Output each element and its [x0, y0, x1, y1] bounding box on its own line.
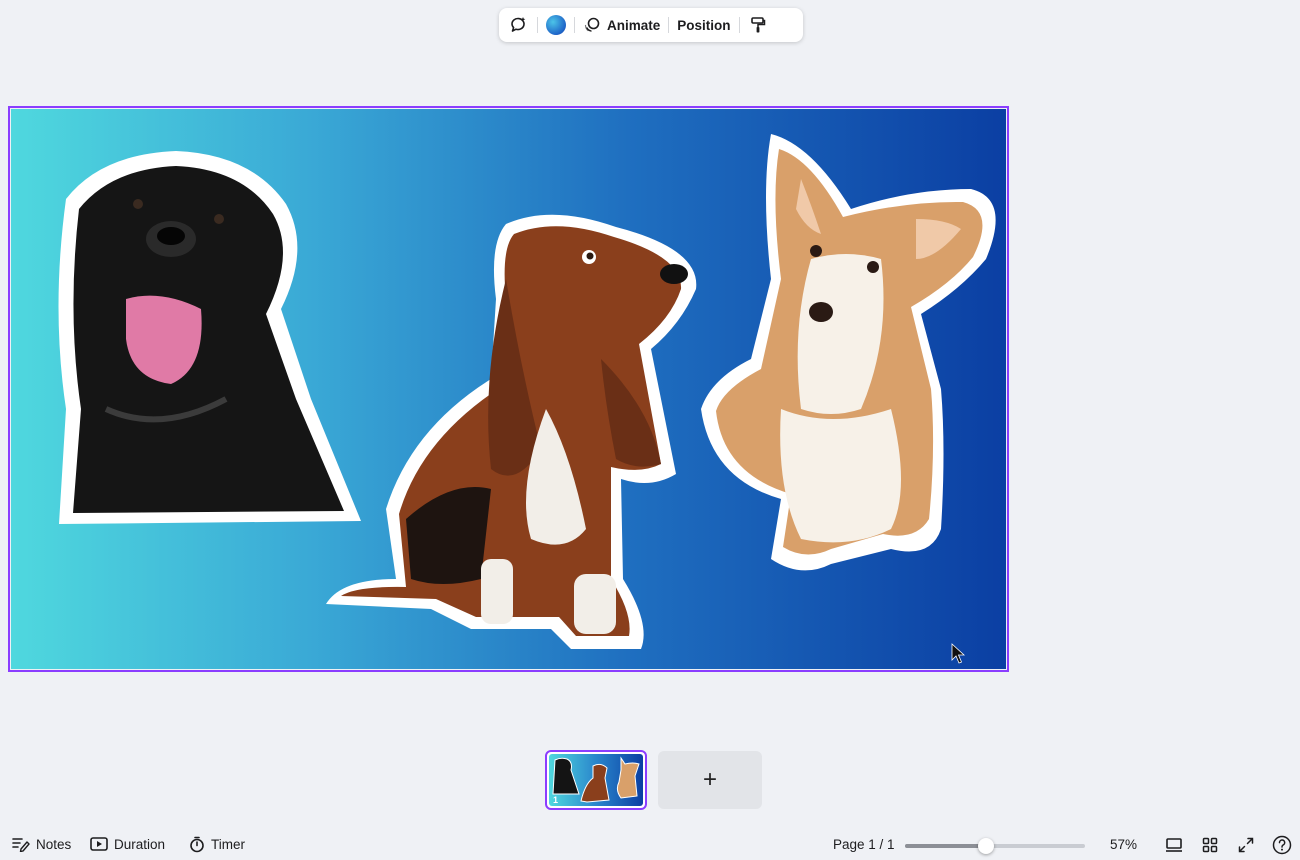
toolbar-divider	[537, 17, 538, 33]
page-indicator-label: Page 1 / 1	[833, 837, 895, 852]
color-button[interactable]	[546, 8, 566, 42]
animate-label: Animate	[607, 17, 661, 33]
animate-button[interactable]: Animate	[583, 8, 660, 42]
timer-label: Timer	[211, 837, 245, 852]
page-thumbnail-preview: 1	[549, 754, 643, 806]
grid-view-button[interactable]	[1199, 834, 1221, 856]
timer-button[interactable]: Timer	[189, 836, 245, 853]
toolbar-divider	[668, 17, 670, 33]
paint-roller-icon	[750, 17, 765, 33]
page-thumbnail[interactable]: 1	[545, 750, 647, 810]
help-icon	[1272, 835, 1292, 855]
canvas-artwork	[58, 134, 996, 664]
play-box-icon	[90, 837, 108, 851]
black-labrador-sticker[interactable]	[58, 151, 362, 524]
color-swatch	[546, 15, 566, 35]
ai-edit-button[interactable]	[507, 8, 529, 42]
duration-label: Duration	[114, 836, 166, 852]
element-toolbar: Animate Position	[499, 8, 803, 42]
page-view-icon	[1166, 838, 1182, 852]
zoom-level-label: 57%	[1110, 837, 1138, 852]
grid-icon	[1202, 837, 1218, 853]
notes-view-button[interactable]	[1163, 834, 1185, 856]
speech-sparkle-icon	[511, 17, 526, 32]
bottom-bar: Notes Duration Timer Page 1 / 1 57%	[0, 830, 1300, 860]
basset-hound-sticker[interactable]	[326, 214, 697, 649]
zoom-slider-handle[interactable]	[978, 838, 994, 854]
zoom-slider-fill	[905, 844, 986, 848]
toolbar-divider	[738, 17, 740, 33]
help-button[interactable]	[1271, 834, 1293, 856]
fullscreen-button[interactable]	[1235, 834, 1257, 856]
notes-icon	[12, 838, 30, 852]
notes-button[interactable]: Notes	[12, 836, 71, 852]
position-button[interactable]: Position	[677, 8, 730, 42]
page-indicator[interactable]: Page 1 / 1	[833, 837, 895, 852]
copy-style-button[interactable]	[748, 8, 768, 42]
corgi-sticker[interactable]	[701, 134, 996, 571]
stopwatch-icon	[190, 836, 204, 853]
mouse-cursor-icon	[951, 643, 966, 664]
duration-button[interactable]: Duration	[90, 836, 165, 852]
thumbnail-artwork	[552, 756, 640, 803]
toolbar-divider	[574, 17, 575, 33]
add-page-button[interactable]: +	[658, 751, 762, 809]
design-canvas[interactable]	[11, 109, 1006, 669]
notes-label: Notes	[36, 836, 72, 852]
zoom-slider[interactable]	[905, 838, 1085, 854]
animate-icon	[584, 17, 600, 32]
page-thumbnail-number: 1	[553, 795, 559, 805]
position-label: Position	[677, 17, 731, 33]
plus-icon: +	[702, 766, 717, 793]
expand-icon	[1238, 837, 1254, 853]
zoom-level[interactable]: 57%	[1110, 837, 1137, 852]
